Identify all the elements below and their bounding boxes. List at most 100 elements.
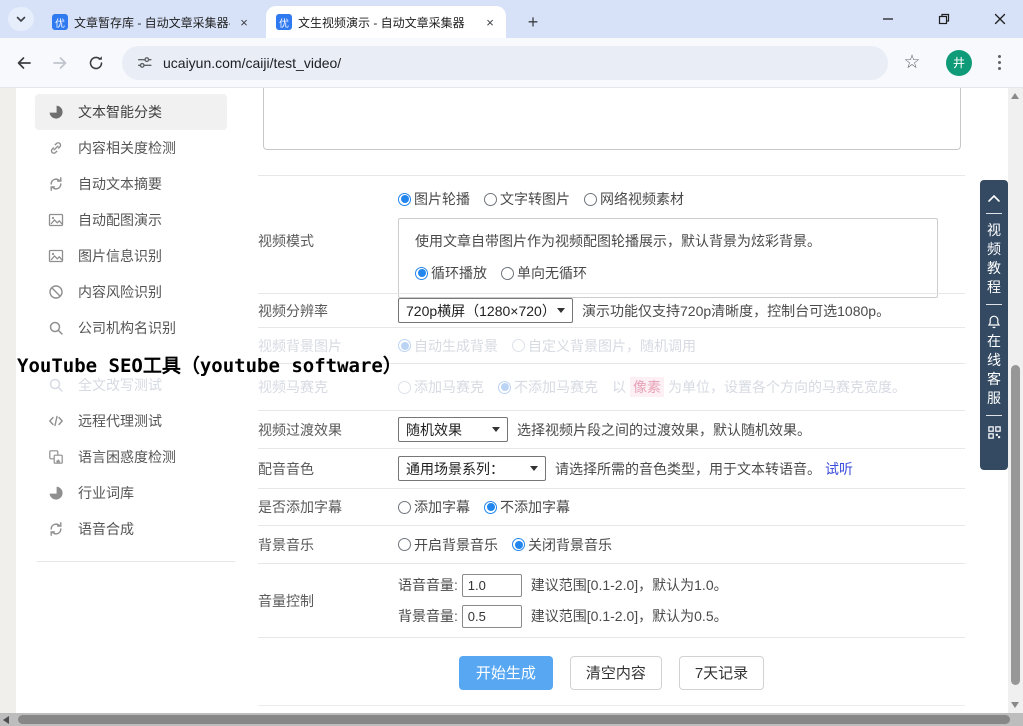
transition-select[interactable]: 随机效果 (398, 417, 508, 442)
clear-button[interactable]: 清空内容 (570, 656, 662, 690)
back-icon (15, 54, 33, 72)
radio-label: 添加马赛克 (414, 377, 484, 397)
collapse-up-button[interactable] (986, 192, 1002, 204)
radio-label: 单向无循环 (517, 263, 587, 283)
sidebar-item-auto-summary[interactable]: 自动文本摘要 (35, 166, 227, 202)
watermark-text: YouTube SEO工具（youtube software） (17, 351, 402, 378)
tab-video-demo[interactable]: 优 文生视频演示 - 自动文章采集器 × (266, 6, 506, 38)
pie-chart-icon (48, 485, 64, 501)
field-label-bgm: 背景音乐 (258, 526, 398, 563)
sidebar-item-label: 内容相关度检测 (78, 138, 176, 158)
tab-title: 文章暂存库 - 自动文章采集器-优 (74, 14, 230, 31)
radio-image-carousel[interactable] (398, 193, 411, 206)
sidebar-item-relevance-check[interactable]: 内容相关度检测 (35, 130, 227, 166)
chevron-up-icon (986, 192, 1002, 204)
radio-label: 关闭背景音乐 (528, 535, 612, 555)
site-favicon: 优 (276, 14, 292, 30)
horizontal-scrollbar-thumb[interactable] (18, 715, 1010, 724)
sidebar-item-label: 自动文本摘要 (78, 174, 162, 194)
minimize-button[interactable] (875, 6, 901, 32)
sidebar-item-auto-image-demo[interactable]: 自动配图演示 (35, 202, 227, 238)
radio-label: 文字转图片 (500, 189, 570, 209)
image-icon (48, 248, 64, 264)
new-tab-button[interactable]: + (520, 9, 546, 35)
radio-label: 不添加字幕 (500, 497, 570, 517)
radio-add-subtitle[interactable] (398, 501, 411, 514)
sidebar-item-org-name-recognition[interactable]: 公司机构名识别 (35, 310, 227, 346)
sidebar-item-text-classify[interactable]: 文本智能分类 (35, 94, 227, 130)
scroll-left-arrow[interactable] (3, 716, 9, 724)
radio-no-subtitle[interactable] (484, 501, 497, 514)
close-button[interactable] (987, 6, 1013, 32)
radio-no-loop[interactable] (501, 267, 514, 280)
sidebar-item-speech-synthesis[interactable]: 语音合成 (35, 511, 227, 547)
radio-label: 自动生成背景 (414, 336, 498, 356)
tab-close-icon[interactable]: × (236, 14, 252, 30)
sync-icon (48, 521, 64, 537)
tab-close-icon[interactable]: × (482, 14, 498, 30)
radio-bgm-on[interactable] (398, 538, 411, 551)
sidebar-item-industry-lexicon[interactable]: 行业词库 (35, 475, 227, 511)
voice-select[interactable]: 通用场景系列： (398, 456, 546, 481)
sidebar-item-label: 自动配图演示 (78, 210, 162, 230)
vertical-scrollbar-thumb[interactable] (1011, 365, 1020, 685)
tab-search-button[interactable] (8, 7, 34, 31)
field-label-resolution: 视频分辨率 (258, 294, 398, 327)
radio-label: 网络视频素材 (600, 189, 684, 209)
browser-menu-button[interactable] (989, 50, 1009, 76)
vertical-scrollbar[interactable] (1008, 88, 1023, 713)
radio-label: 开启背景音乐 (414, 535, 498, 555)
back-button[interactable] (10, 49, 38, 77)
article-content-textarea[interactable] (263, 88, 961, 150)
search-icon (48, 377, 64, 393)
bgm-volume-hint: 建议范围[0.1-2.0]，默认为0.5。 (531, 606, 728, 626)
profile-avatar[interactable]: 井 (946, 50, 972, 76)
sidebar-item-remote-proxy-test[interactable]: 远程代理测试 (35, 403, 227, 439)
bell-icon[interactable] (986, 314, 1002, 330)
chevron-down-icon (557, 308, 565, 313)
radio-bgm-off[interactable] (512, 538, 525, 551)
url-text[interactable]: ucaiyun.com/caiji/test_video/ (163, 55, 341, 71)
tab-strip: 优 文章暂存库 - 自动文章采集器-优 × 优 文生视频演示 - 自动文章采集器… (0, 0, 1023, 38)
video-tutorial-button[interactable]: 视频教程 (986, 221, 1002, 297)
chevron-down-icon (492, 427, 500, 432)
forward-button[interactable] (46, 49, 74, 77)
voice-volume-input[interactable] (462, 574, 522, 597)
form-row-bgm: 背景音乐 开启背景音乐 关闭背景音乐 (258, 525, 965, 563)
qr-code-button[interactable] (987, 425, 1002, 440)
divider (986, 304, 1002, 305)
horizontal-scrollbar[interactable] (0, 713, 1023, 726)
code-icon (48, 413, 64, 429)
scroll-down-arrow[interactable] (1011, 702, 1019, 708)
online-service-button[interactable]: 在线客服 (986, 332, 1002, 408)
radio-custom-background (512, 339, 525, 352)
sidebar-item-label: 图片信息识别 (78, 246, 162, 266)
tab-article-cache[interactable]: 优 文章暂存库 - 自动文章采集器-优 × (42, 6, 260, 38)
radio-loop-play[interactable] (415, 267, 428, 280)
qr-code-icon (987, 425, 1002, 440)
generate-button[interactable]: 开始生成 (459, 656, 553, 690)
sidebar-item-content-risk[interactable]: 内容风险识别 (35, 274, 227, 310)
video-settings-form: 图片轮播 文字转图片 网络视频素材 视频模式 使用文章自带图片作为视频配图轮播展… (258, 88, 965, 706)
resolution-select[interactable]: 720p横屏（1280×720） (398, 298, 573, 323)
restore-button[interactable] (931, 6, 957, 32)
bookmark-star-button[interactable]: ☆ (900, 51, 924, 75)
radio-label: 添加字幕 (414, 497, 470, 517)
site-settings-icon (136, 54, 153, 71)
resolution-select-value: 720p横屏（1280×720） (406, 301, 549, 321)
divider (986, 415, 1002, 416)
audition-link[interactable]: 试听 (825, 459, 853, 479)
voice-select-value: 通用场景系列： (406, 459, 504, 479)
scroll-up-arrow[interactable] (1011, 93, 1019, 99)
reload-button[interactable] (82, 49, 110, 77)
radio-text-to-image[interactable] (484, 193, 497, 206)
sidebar-item-image-info[interactable]: 图片信息识别 (35, 238, 227, 274)
sidebar-item-perplexity-check[interactable]: 语言困惑度检测 (35, 439, 227, 475)
radio-web-video-material[interactable] (584, 193, 597, 206)
address-bar[interactable]: ucaiyun.com/caiji/test_video/ (122, 46, 888, 80)
bgm-volume-input[interactable] (462, 605, 522, 628)
pie-chart-icon (48, 104, 64, 120)
records-button[interactable]: 7天记录 (679, 656, 764, 690)
video-mode-description: 使用文章自带图片作为视频配图轮播展示，默认背景为炫彩背景。 (415, 231, 921, 251)
chevron-down-icon (15, 13, 27, 25)
